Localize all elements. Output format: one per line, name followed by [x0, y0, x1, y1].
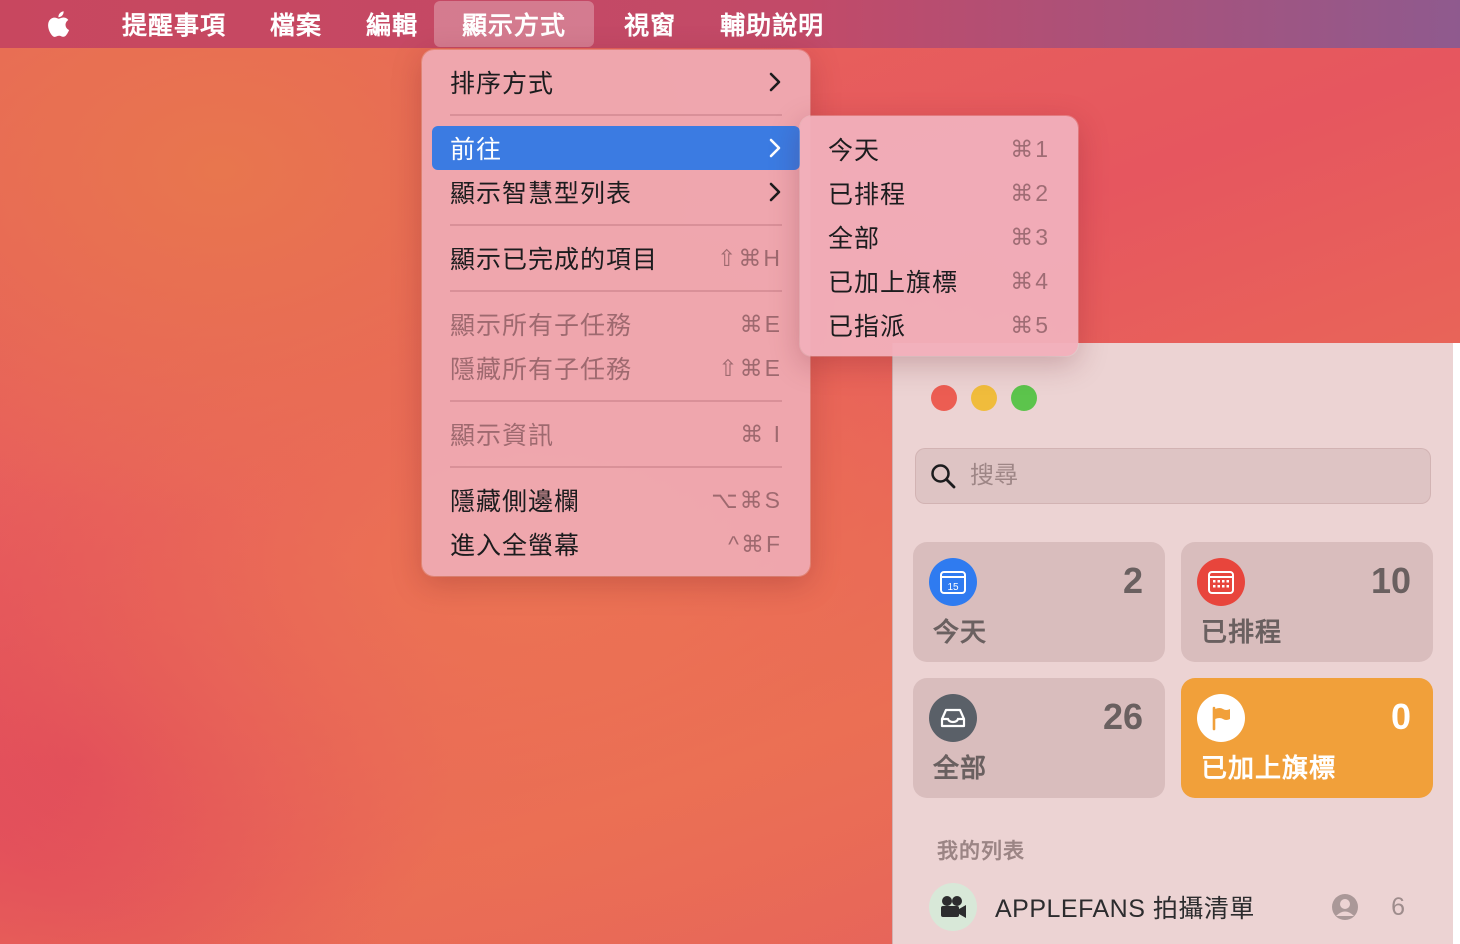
submenu-item-label: 已排程: [828, 181, 907, 209]
submenu-item-today[interactable]: 今天 ⌘1: [810, 127, 1068, 171]
menu-reminders[interactable]: 提醒事項: [108, 1, 240, 47]
menu-item-shortcut: ⇧⌘E: [718, 354, 782, 381]
calendar-today-icon: 15: [929, 558, 977, 606]
menu-item-shortcut: ⌘E: [739, 310, 782, 337]
menu-item-shortcut: ⌥⌘S: [711, 486, 782, 513]
menu-separator: [450, 290, 782, 292]
all-label: 全部: [933, 753, 988, 783]
calendar-grid-icon: [1197, 558, 1245, 606]
menu-item-label: 隱藏側邊欄: [450, 488, 581, 516]
my-lists-heading: 我的列表: [937, 840, 1025, 863]
submenu-item-label: 今天: [828, 137, 881, 165]
menu-window[interactable]: 視窗: [610, 1, 690, 47]
menu-bar: 提醒事項 檔案 編輯 顯示方式 視窗 輔助說明: [0, 0, 1460, 48]
smart-list-flagged[interactable]: 0 已加上旗標: [1181, 678, 1433, 798]
chevron-right-icon: [769, 182, 781, 202]
menu-view[interactable]: 顯示方式: [434, 1, 595, 47]
menu-item-label: 隱藏所有子任務: [450, 356, 633, 384]
chevron-right-icon: [769, 138, 781, 158]
today-label: 今天: [933, 617, 988, 647]
tray-icon: [929, 694, 977, 742]
menu-item-shortcut: ⌘ I: [740, 420, 782, 447]
camera-icon: [929, 883, 977, 931]
minimize-button[interactable]: [971, 385, 997, 411]
menu-item-label: 顯示所有子任務: [450, 312, 633, 340]
submenu-item-shortcut: ⌘3: [1010, 223, 1050, 250]
submenu-item-label: 已指派: [828, 313, 907, 341]
submenu-item-shortcut: ⌘1: [1010, 135, 1050, 162]
menu-item-show-smart-lists[interactable]: 顯示智慧型列表: [432, 170, 800, 214]
menu-help[interactable]: 輔助說明: [706, 1, 838, 47]
menu-item-shortcut: ^⌘F: [728, 530, 782, 557]
menu-item-hide-sidebar[interactable]: 隱藏側邊欄 ⌥⌘S: [432, 478, 800, 522]
menu-item-label: 顯示智慧型列表: [450, 180, 633, 208]
menu-file[interactable]: 檔案: [256, 1, 336, 47]
traffic-lights: [931, 385, 1037, 411]
menu-item-sort-by[interactable]: 排序方式: [432, 60, 800, 104]
view-menu: 排序方式 前往 顯示智慧型列表 顯示已完成的項目 ⇧⌘H 顯示所有子任務 ⌘E …: [422, 50, 810, 576]
menu-item-label: 顯示資訊: [450, 422, 555, 450]
menu-item-label: 排序方式: [450, 70, 555, 98]
menu-item-show-info: 顯示資訊 ⌘ I: [432, 412, 800, 456]
smart-list-today[interactable]: 15 2 今天: [913, 542, 1165, 662]
reminders-window: 15 2 今天 10 已排程 26 全部: [892, 343, 1453, 944]
submenu-item-flagged[interactable]: 已加上旗標 ⌘4: [810, 259, 1068, 303]
smart-list-all[interactable]: 26 全部: [913, 678, 1165, 798]
menu-item-shortcut: ⇧⌘H: [717, 244, 782, 271]
submenu-item-shortcut: ⌘5: [1010, 311, 1050, 338]
search-field[interactable]: [915, 448, 1431, 504]
list-count: 6: [1391, 892, 1405, 921]
menu-edit[interactable]: 編輯: [352, 1, 432, 47]
submenu-item-assigned[interactable]: 已指派 ⌘5: [810, 303, 1068, 347]
menu-item-label: 前往: [450, 136, 503, 164]
menu-item-label: 進入全螢幕: [450, 532, 581, 560]
list-item[interactable]: APPLEFANS 拍攝清單 6: [929, 883, 1429, 931]
submenu-item-scheduled[interactable]: 已排程 ⌘2: [810, 171, 1068, 215]
menu-separator: [450, 466, 782, 468]
person-icon: [1332, 894, 1358, 920]
menu-separator: [450, 224, 782, 226]
apple-icon[interactable]: [44, 9, 70, 39]
search-icon: [931, 464, 956, 489]
calendar-day-number: 15: [947, 582, 959, 593]
flag-icon: [1197, 694, 1245, 742]
menu-separator: [450, 400, 782, 402]
list-name: APPLEFANS 拍攝清單: [995, 895, 1255, 923]
menu-item-hide-all-subtasks: 隱藏所有子任務 ⇧⌘E: [432, 346, 800, 390]
menu-item-show-all-subtasks: 顯示所有子任務 ⌘E: [432, 302, 800, 346]
flagged-count: 0: [1390, 696, 1411, 737]
submenu-item-all[interactable]: 全部 ⌘3: [810, 215, 1068, 259]
today-count: 2: [1122, 560, 1143, 601]
menu-item-go-to[interactable]: 前往: [432, 126, 800, 170]
submenu-item-shortcut: ⌘2: [1010, 179, 1050, 206]
all-count: 26: [1102, 696, 1143, 737]
scheduled-label: 已排程: [1201, 617, 1283, 647]
window-edge: [1453, 343, 1460, 944]
submenu-item-label: 已加上旗標: [828, 269, 959, 297]
submenu-item-shortcut: ⌘4: [1010, 267, 1050, 294]
search-input[interactable]: [970, 462, 1370, 490]
zoom-button[interactable]: [1011, 385, 1037, 411]
chevron-right-icon: [769, 72, 781, 92]
smart-list-scheduled[interactable]: 10 已排程: [1181, 542, 1433, 662]
menu-item-enter-full-screen[interactable]: 進入全螢幕 ^⌘F: [432, 522, 800, 566]
submenu-item-label: 全部: [828, 225, 881, 253]
flagged-label: 已加上旗標: [1201, 753, 1337, 783]
close-button[interactable]: [931, 385, 957, 411]
menu-separator: [450, 114, 782, 116]
menu-item-label: 顯示已完成的項目: [450, 246, 659, 274]
scheduled-count: 10: [1370, 560, 1411, 601]
menu-item-show-completed[interactable]: 顯示已完成的項目 ⇧⌘H: [432, 236, 800, 280]
go-to-submenu: 今天 ⌘1 已排程 ⌘2 全部 ⌘3 已加上旗標 ⌘4 已指派 ⌘5: [800, 116, 1078, 356]
